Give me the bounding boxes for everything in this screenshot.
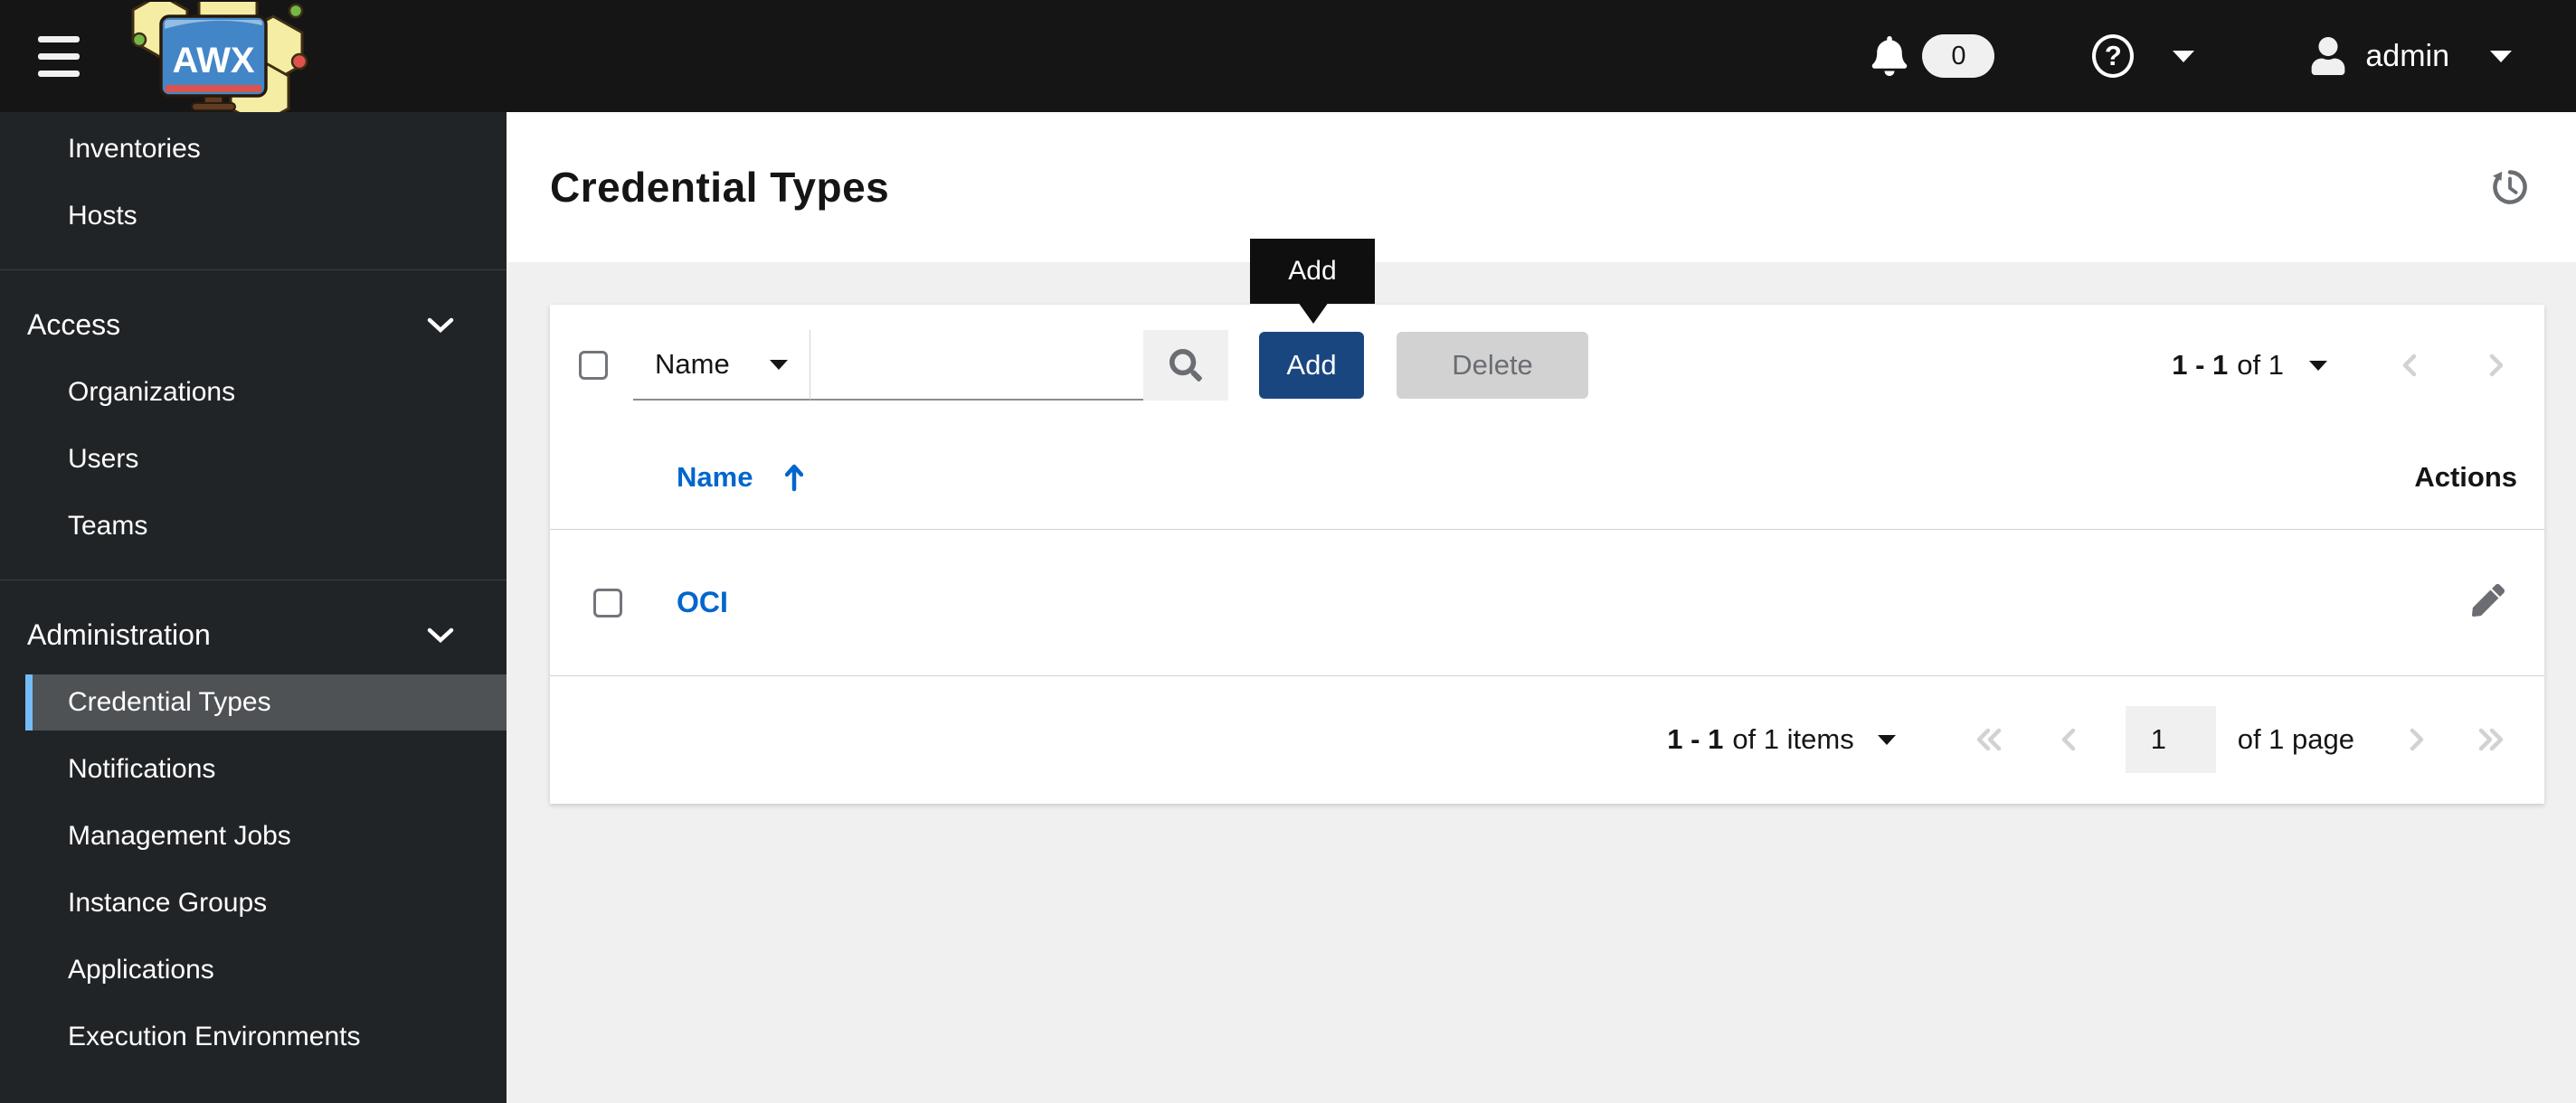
add-button[interactable]: Add <box>1259 332 1364 399</box>
chevron-double-left-icon <box>1976 728 2001 751</box>
question-circle-icon: ? <box>2092 34 2135 78</box>
pagination-range: 1 - 1 <box>2172 349 2229 381</box>
username-label: admin <box>2365 38 2449 73</box>
prev-page-button[interactable] <box>2057 725 2080 754</box>
sidebar-item-inventories[interactable]: Inventories <box>0 116 507 183</box>
table-row: OCI <box>550 530 2544 676</box>
sidebar-item-applications[interactable]: Applications <box>0 937 507 1004</box>
search-input[interactable] <box>810 330 1143 401</box>
sidebar: Inventories Hosts Access Organizations U… <box>0 112 507 1103</box>
filter-key-select[interactable]: Name <box>633 330 810 401</box>
caret-down-icon[interactable] <box>2309 360 2327 372</box>
hamburger-icon <box>38 35 80 42</box>
sidebar-item-teams[interactable]: Teams <box>0 493 507 560</box>
table-header-row: Name Actions <box>550 426 2544 530</box>
search-icon <box>1170 349 1202 382</box>
user-menu-button[interactable]: admin <box>2311 37 2513 75</box>
chevron-down-icon <box>2173 51 2195 62</box>
next-page-button[interactable] <box>2405 725 2429 754</box>
page-header: Credential Types <box>507 112 2576 262</box>
sidebar-item-notifications[interactable]: Notifications <box>0 736 507 803</box>
column-header-actions: Actions <box>2414 461 2517 493</box>
sidebar-item-execution-environments[interactable]: Execution Environments <box>0 1004 507 1070</box>
sidebar-group-access[interactable]: Access <box>0 290 507 359</box>
caret-down-icon <box>770 359 788 370</box>
sidebar-divider <box>0 269 507 270</box>
sidebar-item-users[interactable]: Users <box>0 426 507 493</box>
user-icon <box>2312 37 2345 75</box>
list-toolbar: Name Add Delete 1 - 1 of 1 <box>550 305 2544 426</box>
last-page-button[interactable] <box>2474 725 2508 754</box>
caret-down-icon[interactable] <box>1877 734 1896 746</box>
credential-type-link[interactable]: OCI <box>677 586 728 619</box>
page-count-label: of 1 page <box>2237 723 2354 755</box>
top-navbar: AWX 0 ? admin <box>0 0 2576 127</box>
history-icon <box>2492 170 2527 204</box>
credential-types-card: Name Add Delete 1 - 1 of 1 Name Actions … <box>550 305 2544 804</box>
chevron-double-right-icon <box>2478 728 2504 751</box>
chevron-down-icon <box>427 627 454 643</box>
prev-page-button[interactable] <box>2398 351 2421 380</box>
chevron-down-icon <box>427 317 454 333</box>
pencil-icon <box>2471 584 2505 617</box>
add-tooltip: Add <box>1250 239 1375 324</box>
tooltip-arrow <box>1298 302 1329 324</box>
sidebar-item-organizations[interactable]: Organizations <box>0 359 507 426</box>
first-page-button[interactable] <box>1972 725 2006 754</box>
page-title: Credential Types <box>550 164 890 211</box>
awx-logo-image: AWX <box>131 0 308 127</box>
row-checkbox[interactable] <box>593 588 622 617</box>
chevron-down-icon <box>2490 51 2512 62</box>
items-range: 1 - 1 <box>1667 723 1724 755</box>
bell-icon <box>1872 36 1908 76</box>
footer-pagination: 1 - 1 of 1 items of 1 page <box>550 676 2544 803</box>
sort-up-arrow-icon <box>785 464 804 492</box>
chevron-right-icon <box>2410 728 2424 751</box>
sidebar-item-management-jobs[interactable]: Management Jobs <box>0 803 507 870</box>
sidebar-item-instance-groups[interactable]: Instance Groups <box>0 870 507 937</box>
notification-count-badge: 0 <box>1922 34 1995 78</box>
sidebar-item-credential-types[interactable]: Credential Types <box>25 674 507 731</box>
chevron-left-icon <box>2402 354 2417 377</box>
sidebar-item-hosts[interactable]: Hosts <box>0 183 507 250</box>
select-all-checkbox[interactable] <box>579 351 608 380</box>
delete-button[interactable]: Delete <box>1397 332 1588 399</box>
history-button[interactable] <box>2489 166 2531 208</box>
help-menu-button[interactable]: ? <box>2092 34 2195 78</box>
toolbar-pagination: 1 - 1 of 1 <box>2172 349 2508 382</box>
svg-text:AWX: AWX <box>172 41 254 80</box>
awx-logo[interactable]: AWX <box>110 0 313 127</box>
navbar-utilities: 0 ? admin <box>1871 34 2513 78</box>
search-button[interactable] <box>1143 330 1228 401</box>
nav-toggle-button[interactable] <box>38 35 80 77</box>
chevron-right-icon <box>2489 354 2504 377</box>
edit-button[interactable] <box>2459 584 2517 617</box>
notifications-button[interactable]: 0 <box>1871 34 1995 78</box>
sidebar-group-administration[interactable]: Administration <box>0 600 507 669</box>
column-header-name[interactable]: Name <box>677 461 804 494</box>
chevron-left-icon <box>2061 728 2075 751</box>
page-number-input[interactable] <box>2125 706 2216 773</box>
content-area: Add Name Add Delete 1 - 1 of 1 Name Acti… <box>507 239 2576 804</box>
next-page-button[interactable] <box>2485 351 2508 380</box>
main-content: Credential Types Add Name Add Delete 1 -… <box>507 112 2576 1103</box>
